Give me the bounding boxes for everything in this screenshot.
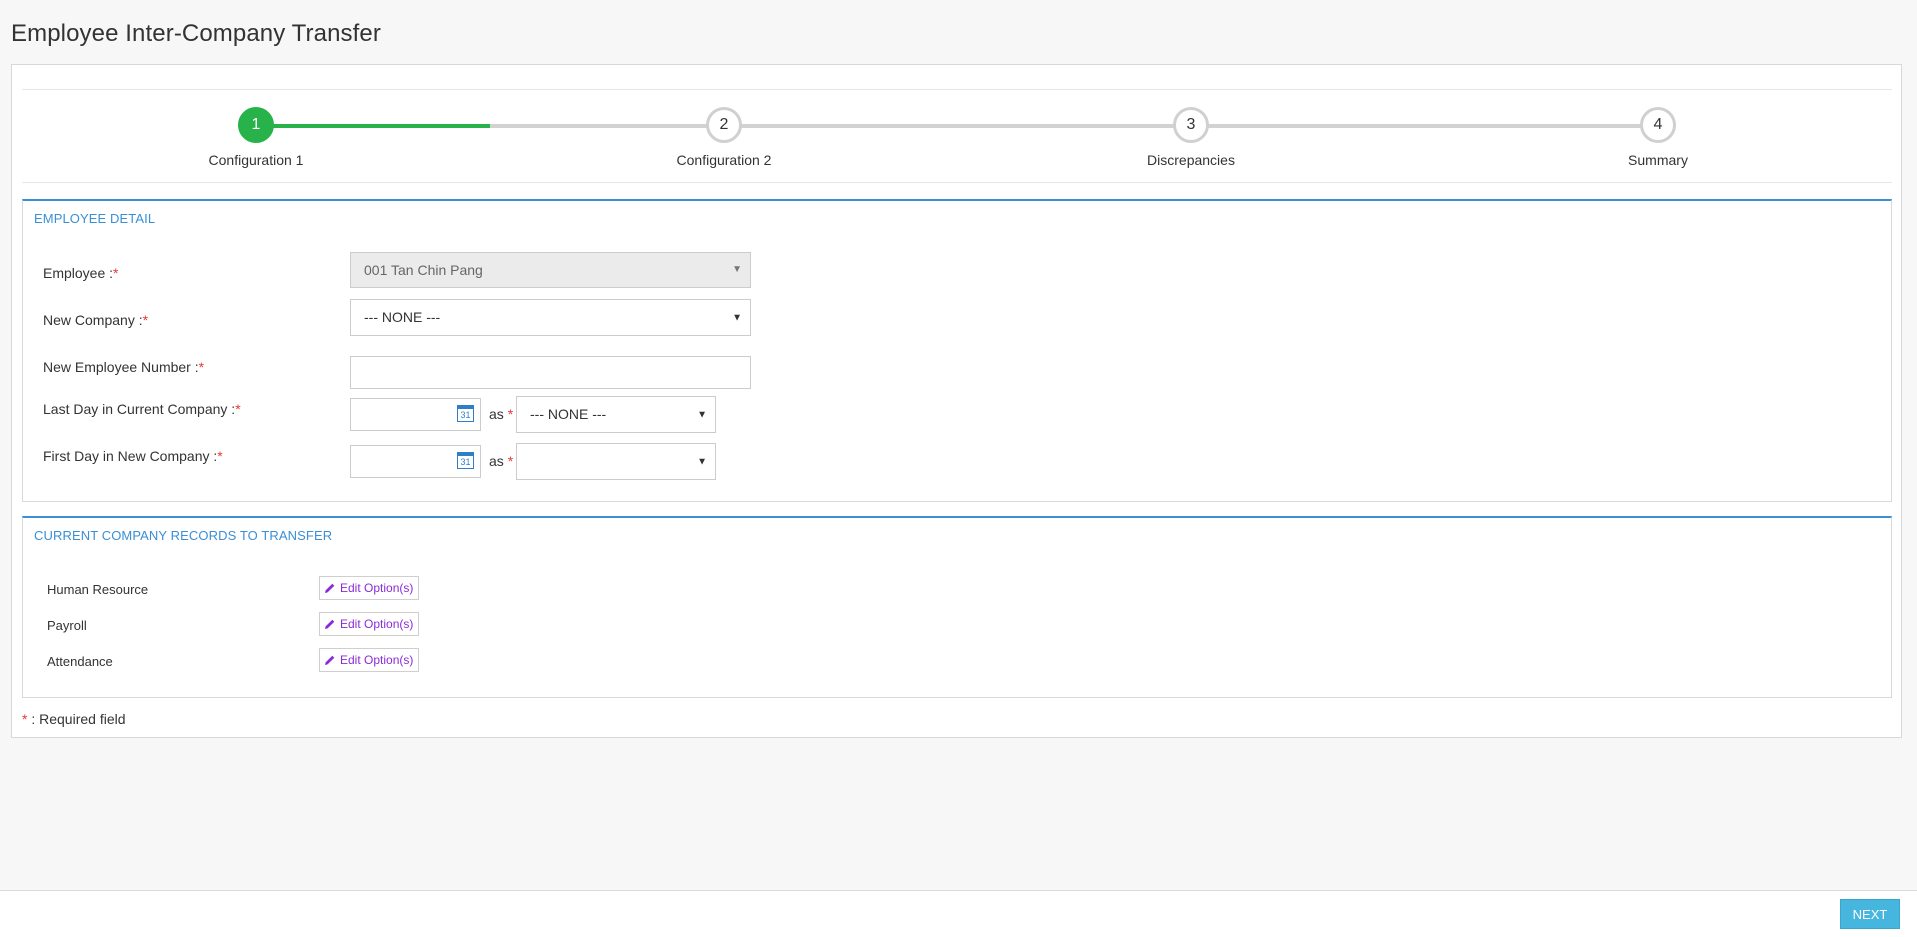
record-label-human-resource: Human Resource [47, 582, 149, 597]
new-employee-number-input[interactable] [350, 356, 751, 389]
step-number: 4 [1640, 107, 1676, 143]
page-title: Employee Inter-Company Transfer [11, 20, 381, 47]
required-mark: * [235, 401, 241, 417]
required-mark: * [198, 359, 205, 375]
step-number: 2 [706, 107, 742, 143]
required-mark: * [507, 406, 514, 422]
new-company-select[interactable]: --- NONE --- ▼ [350, 299, 751, 336]
record-label-attendance: Attendance [47, 654, 113, 669]
main-panel: 1 Configuration 1 2 Configuration 2 3 Di… [11, 64, 1902, 738]
first-day-date-input[interactable]: 31 [350, 445, 481, 478]
employee-label: Employee :* [43, 265, 119, 281]
first-day-as-label: as * [489, 453, 514, 469]
required-mark: * [113, 265, 119, 281]
first-day-label: First Day in New Company :* [43, 448, 223, 464]
wizard-steps: 1 Configuration 1 2 Configuration 2 3 Di… [22, 89, 1892, 183]
pencil-icon [325, 619, 335, 629]
pencil-icon [325, 583, 335, 593]
dropdown-arrow-icon: ▼ [732, 312, 742, 323]
step-number: 1 [238, 107, 274, 143]
step-label: Summary [1628, 152, 1688, 168]
new-employee-number-label: New Employee Number :* [43, 359, 205, 375]
step-number: 3 [1173, 107, 1209, 143]
required-field-note: * : Required field [22, 711, 126, 727]
footer-bar: NEXT [0, 890, 1917, 937]
wizard-step-2[interactable]: 2 Configuration 2 [624, 107, 824, 168]
required-mark: * [507, 453, 514, 469]
calendar-icon[interactable]: 31 [457, 452, 474, 469]
required-mark: * [217, 448, 223, 464]
last-day-period-select[interactable]: --- NONE --- ▼ [516, 396, 716, 433]
pencil-icon [325, 655, 335, 665]
next-button[interactable]: NEXT [1840, 899, 1900, 929]
last-day-as-label: as * [489, 406, 514, 422]
edit-options-attendance-button[interactable]: Edit Option(s) [319, 648, 420, 672]
first-day-period-select[interactable]: ▼ [516, 443, 716, 480]
wizard-step-1[interactable]: 1 Configuration 1 [156, 107, 356, 168]
wizard-step-3[interactable]: 3 Discrepancies [1091, 107, 1291, 168]
step-label: Configuration 1 [208, 152, 304, 168]
dropdown-arrow-icon: ▼ [732, 264, 742, 275]
last-day-label: Last Day in Current Company :* [43, 401, 241, 417]
wizard-step-4[interactable]: 4 Summary [1558, 107, 1758, 168]
section-title: EMPLOYEE DETAIL [34, 211, 156, 226]
records-transfer-section: CURRENT COMPANY RECORDS TO TRANSFER Huma… [22, 516, 1892, 698]
edit-options-human-resource-button[interactable]: Edit Option(s) [319, 576, 420, 600]
edit-options-payroll-button[interactable]: Edit Option(s) [319, 612, 420, 636]
dropdown-arrow-icon: ▼ [697, 409, 707, 420]
employee-select[interactable]: 001 Tan Chin Pang ▼ [350, 252, 751, 288]
step-label: Configuration 2 [676, 152, 772, 168]
record-label-payroll: Payroll [47, 618, 87, 633]
required-mark: * [142, 312, 149, 328]
section-title: CURRENT COMPANY RECORDS TO TRANSFER [34, 528, 333, 543]
new-company-label: New Company :* [43, 312, 149, 328]
last-day-date-input[interactable]: 31 [350, 398, 481, 431]
step-label: Discrepancies [1147, 152, 1235, 168]
calendar-icon[interactable]: 31 [457, 405, 474, 422]
dropdown-arrow-icon: ▼ [697, 456, 707, 467]
employee-detail-section: EMPLOYEE DETAIL Employee :* 001 Tan Chin… [22, 199, 1892, 502]
